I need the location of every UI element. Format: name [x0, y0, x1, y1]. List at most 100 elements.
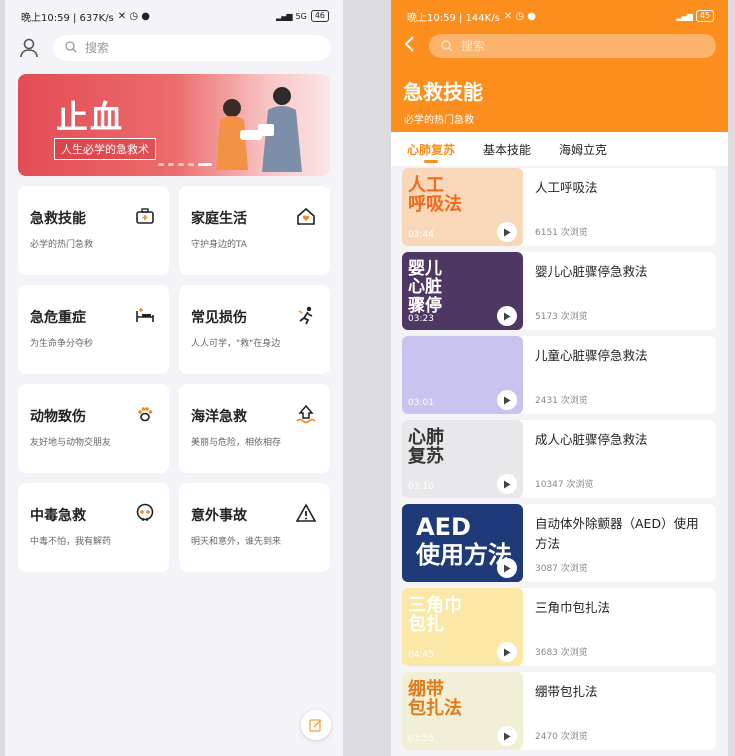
category-desc: 友好地与动物交朋友 [30, 438, 112, 448]
signal-icon: ▂▄▆ [676, 11, 693, 21]
video-item[interactable]: 人工 呼吸法 03:44 人工呼吸法 6151 次浏览 [402, 168, 716, 246]
video-title: 绷带包扎法 [535, 684, 598, 699]
category-desc: 为生命争分夺秒 [30, 339, 94, 349]
video-item[interactable]: 心肺 复苏 03:10 成人心脏骤停急救法 10347 次浏览 [402, 420, 716, 498]
play-icon[interactable] [497, 390, 517, 410]
tab-bar: 心肺复苏 基本技能 海姆立克 [391, 132, 728, 166]
video-thumbnail[interactable]: 绷带 包扎法 03:55 [402, 672, 523, 750]
thumbnail-caption: 心肺 复苏 [408, 427, 444, 468]
signal-icon: ▂▄▆ [276, 11, 293, 21]
warning-icon [296, 503, 316, 522]
carousel-dot [168, 163, 174, 166]
notification-icons: ✕ ◷ ● [503, 10, 536, 22]
video-info: 成人心脏骤停急救法 10347 次浏览 [523, 420, 716, 498]
video-views: 2470 次浏览 [535, 732, 588, 742]
video-item[interactable]: 三角巾 包扎 04:45 三角巾包扎法 3683 次浏览 [402, 588, 716, 666]
home-header [5, 32, 343, 64]
tab-1[interactable]: 基本技能 [483, 132, 531, 166]
search-bar[interactable] [429, 34, 716, 58]
status-time: 晚上10:59 | 144K/s [407, 12, 500, 24]
tab-0[interactable]: 心肺复苏 [407, 132, 455, 166]
search-input[interactable] [461, 39, 704, 53]
category-screen: 晚上10:59 | 144K/s ✕ ◷ ● ▂▄▆ 45 急救技能 必学的热门… [391, 0, 728, 756]
video-views: 3683 次浏览 [535, 648, 588, 658]
search-icon [441, 37, 453, 56]
category-desc: 人人可学，"救"在身边 [191, 339, 281, 349]
video-thumbnail[interactable]: 人工 呼吸法 03:44 [402, 168, 523, 246]
network-label: 5G [295, 11, 307, 21]
category-card[interactable]: 家庭生活 守护身边的TA [179, 186, 330, 275]
category-card[interactable]: 中毒急救 中毒不怕，我有解药 [18, 483, 169, 572]
video-duration: 03:01 [408, 398, 434, 408]
wave-icon [296, 404, 316, 424]
edit-icon [309, 719, 322, 732]
nav-bar [391, 32, 728, 60]
video-thumbnail[interactable]: AED 使用方法 [402, 504, 523, 582]
category-card[interactable]: 海洋急救 美丽与危险，相依相存 [179, 384, 330, 473]
banner-title: 止血 [56, 98, 125, 136]
battery-indicator: 46 [310, 10, 329, 22]
play-icon[interactable] [497, 726, 517, 746]
video-title: 成人心脏骤停急救法 [535, 432, 648, 447]
category-desc: 美丽与危险，相依相存 [191, 438, 282, 448]
video-list: 人工 呼吸法 03:44 人工呼吸法 6151 次浏览 婴儿 心脏 骤停 03:23 婴儿心… [391, 168, 728, 750]
video-views: 6151 次浏览 [535, 228, 588, 238]
category-desc: 必学的热门急救 [30, 240, 94, 250]
video-item[interactable]: 绷带 包扎法 03:55 绷带包扎法 2470 次浏览 [402, 672, 716, 750]
banner-carousel[interactable]: 止血 人生必学的急救术 [18, 74, 330, 176]
video-info: 婴儿心脏骤停急救法 5173 次浏览 [523, 252, 716, 330]
skull-icon [136, 503, 154, 521]
video-thumbnail[interactable]: 三角巾 包扎 04:45 [402, 588, 523, 666]
video-item[interactable]: 03:01 儿童心脏骤停急救法 2431 次浏览 [402, 336, 716, 414]
page-title: 急救技能 [403, 80, 483, 104]
video-duration: 03:23 [408, 314, 434, 324]
user-icon[interactable] [17, 36, 41, 60]
thumbnail-caption: 婴儿 心脏 骤停 [408, 259, 442, 316]
back-icon[interactable] [403, 36, 415, 56]
video-thumbnail[interactable]: 03:01 [402, 336, 523, 414]
search-input[interactable] [85, 41, 319, 55]
thumbnail-caption: AED 使用方法 [416, 513, 512, 569]
video-title: 自动体外除颤器（AED）使用方法 [535, 516, 699, 551]
video-duration: 03:55 [408, 734, 434, 744]
play-icon[interactable] [497, 558, 517, 578]
search-bar[interactable] [53, 35, 331, 61]
video-info: 绷带包扎法 2470 次浏览 [523, 672, 716, 750]
thumbnail-caption: 绷带 包扎法 [408, 679, 462, 720]
category-desc: 守护身边的TA [191, 240, 247, 250]
video-item[interactable]: 婴儿 心脏 骤停 03:23 婴儿心脏骤停急救法 5173 次浏览 [402, 252, 716, 330]
status-bar: 晚上10:59 | 637K/s ✕ ◷ ● ▂▄▆ 5G 46 [5, 0, 343, 32]
video-views: 10347 次浏览 [535, 480, 594, 490]
feedback-button[interactable] [301, 710, 331, 740]
play-icon[interactable] [497, 222, 517, 242]
injured-person-icon [298, 306, 313, 325]
play-icon[interactable] [497, 642, 517, 662]
video-info: 儿童心脏骤停急救法 2431 次浏览 [523, 336, 716, 414]
video-duration: 03:10 [408, 482, 434, 492]
notification-icons: ✕ ◷ ● [117, 10, 150, 22]
category-desc: 中毒不怕，我有解药 [30, 537, 112, 547]
hospital-bed-icon [136, 308, 154, 322]
tab-2[interactable]: 海姆立克 [559, 132, 607, 166]
video-duration: 03:44 [408, 230, 434, 240]
search-icon [65, 40, 77, 56]
play-icon[interactable] [497, 474, 517, 494]
video-thumbnail[interactable]: 婴儿 心脏 骤停 03:23 [402, 252, 523, 330]
video-thumbnail[interactable]: 心肺 复苏 03:10 [402, 420, 523, 498]
carousel-dot [158, 163, 164, 166]
video-item[interactable]: AED 使用方法 自动体外除颤器（AED）使用方法 3087 次浏览 [402, 504, 716, 582]
category-header: 晚上10:59 | 144K/s ✕ ◷ ● ▂▄▆ 45 急救技能 必学的热门… [391, 0, 728, 132]
home-screen: 晚上10:59 | 637K/s ✕ ◷ ● ▂▄▆ 5G 46 止血 人生必学… [5, 0, 343, 756]
play-icon[interactable] [497, 306, 517, 326]
category-card[interactable]: 常见损伤 人人可学，"救"在身边 [179, 285, 330, 374]
video-views: 5173 次浏览 [535, 312, 588, 322]
first-aid-kit-icon [136, 208, 154, 224]
category-card[interactable]: 急救技能 必学的热门急救 [18, 186, 169, 275]
category-card[interactable]: 动物致伤 友好地与动物交朋友 [18, 384, 169, 473]
banner-subtitle: 人生必学的急救术 [54, 138, 156, 160]
video-views: 3087 次浏览 [535, 564, 588, 574]
paw-icon [138, 407, 153, 422]
category-card[interactable]: 急危重症 为生命争分夺秒 [18, 285, 169, 374]
category-card[interactable]: 意外事故 明天和意外，谁先到来 [179, 483, 330, 572]
video-info: 自动体外除颤器（AED）使用方法 3087 次浏览 [523, 504, 716, 582]
